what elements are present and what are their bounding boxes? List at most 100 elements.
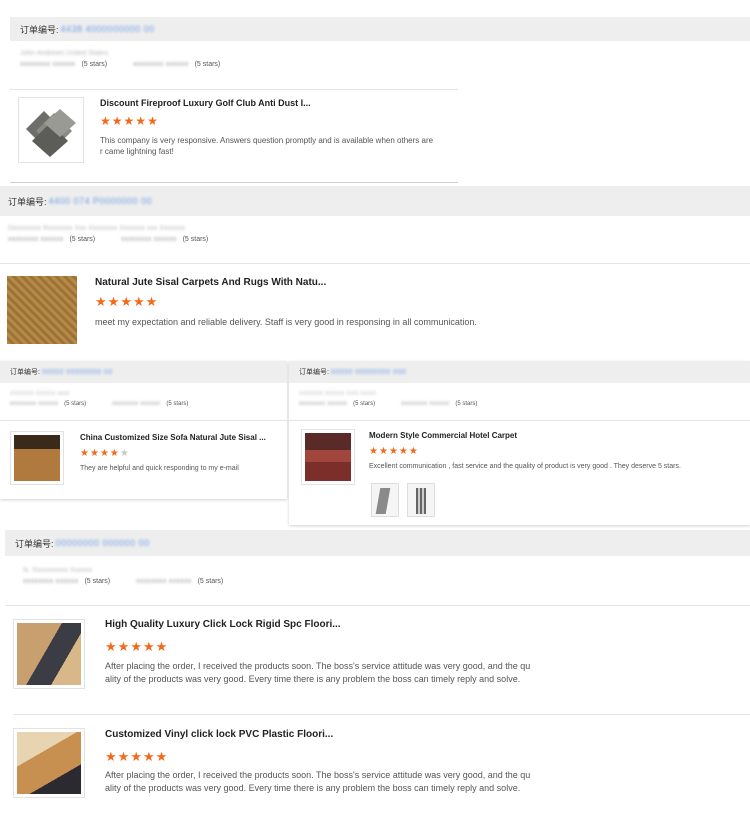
product-title[interactable]: Natural Jute Sisal Carpets And Rugs With…: [95, 277, 326, 288]
pvc-flooring-image: [17, 732, 81, 794]
star-icon: ★: [89, 448, 99, 459]
product-thumbnail[interactable]: [13, 728, 85, 798]
star-icon: ★: [80, 448, 89, 459]
product-rating: xxxxxxxx xxxxxx (5 stars): [112, 401, 189, 407]
star-icon: ★: [105, 749, 117, 764]
seller-rating: xxxxxxxx xxxxxx (5 stars): [23, 578, 111, 585]
star-icon: ★: [120, 294, 132, 309]
country: N. Xxxxxxxxxx Xxxxxx: [23, 567, 93, 574]
product-rating: xxxxxxxx xxxxxx (5 stars): [133, 61, 221, 68]
golf-mat-image: [22, 101, 80, 159]
star-icon: ★: [105, 639, 117, 654]
order-label: 订单编号:: [299, 369, 329, 376]
star-icon: ★: [145, 294, 158, 309]
review-text: This company is very responsive. Answers…: [100, 136, 434, 157]
review-stars: ★ ★ ★ ★ ★: [80, 449, 130, 459]
product-rating: xxxxxxxx xxxxxx (5 stars): [136, 578, 224, 585]
star-icon: ★: [132, 294, 145, 309]
country: Dxxxxxxxx Rxxxxxxx Xxx Xxxxxxxx Xxxxxxx …: [8, 225, 185, 232]
star-icon: ★: [111, 114, 123, 128]
order-id[interactable]: 00000 00000000 000: [331, 369, 406, 376]
star-icon: ★: [100, 114, 111, 128]
star-icon: ★: [408, 446, 418, 457]
reviewer-meta: XXXXXX XXXXX XXX XXXX xxxxxxxx xxxxxx (5…: [289, 389, 729, 407]
product-thumbnail[interactable]: [10, 431, 64, 485]
review-text: Excellent communication , fast service a…: [369, 463, 681, 470]
review-stars: ★ ★ ★ ★ ★: [105, 640, 168, 653]
product-title[interactable]: China Customized Size Sofa Natural Jute …: [80, 433, 266, 442]
review-text: meet my expectation and reliable deliver…: [95, 317, 477, 327]
order-label: 订单编号:: [10, 369, 40, 376]
product-thumbnail[interactable]: [7, 276, 77, 344]
product-title[interactable]: Customized Vinyl click lock PVC Plastic …: [105, 729, 333, 740]
order-label: 订单编号:: [15, 538, 54, 549]
review-stars: ★ ★ ★ ★ ★: [95, 295, 158, 308]
product-title[interactable]: High Quality Luxury Click Lock Rigid Spc…: [105, 619, 341, 630]
product-rating: xxxxxxxx xxxxxx (5 stars): [121, 236, 209, 243]
star-icon: ★: [388, 446, 398, 457]
order-id[interactable]: 4438 4000000000 00: [61, 24, 155, 34]
review-text: They are helpful and quick responding to…: [80, 465, 239, 472]
order-header: 订单编号: 00000 00000000 000: [289, 361, 750, 383]
product-title[interactable]: Discount Fireproof Luxury Golf Club Anti…: [100, 98, 311, 108]
hotel-carpet-image: [305, 433, 351, 481]
order-id[interactable]: 00000 00000000 00: [42, 369, 113, 376]
seller-rating: xxxxxxxx xxxxxx (5 stars): [10, 401, 87, 407]
star-icon: ★: [123, 114, 135, 128]
order-header: 订单编号: 4438 4000000000 00: [10, 17, 750, 41]
country: John Andrews United States: [20, 50, 108, 57]
star-icon: ★: [119, 448, 129, 459]
seller-rating: xxxxxxxx xxxxxx (5 stars): [20, 61, 108, 68]
review-photo[interactable]: [371, 483, 399, 517]
review-stars: ★ ★ ★ ★ ★: [105, 750, 168, 763]
order-header: 订单编号: 4400 074 P0000000 00: [0, 186, 750, 216]
star-icon: ★: [142, 749, 155, 764]
star-icon: ★: [142, 639, 155, 654]
seller-rating: xxxxxxxx xxxxxx (5 stars): [299, 401, 376, 407]
spc-flooring-image: [17, 623, 81, 685]
order-label: 订单编号:: [8, 196, 47, 207]
star-icon: ★: [109, 448, 119, 459]
star-icon: ★: [99, 448, 109, 459]
review-text: After placing the order, I received the …: [105, 661, 531, 684]
product-thumbnail[interactable]: [13, 619, 85, 689]
order-label: 订单编号:: [20, 24, 59, 35]
country: XXXXXX XXXXX XXX XXXX: [299, 391, 377, 397]
star-icon: ★: [155, 749, 168, 764]
order-id[interactable]: 00000000 000000 00: [56, 538, 150, 548]
seller-rating: xxxxxxxx xxxxxx (5 stars): [8, 236, 96, 243]
star-icon: ★: [378, 446, 388, 457]
country: XXXXXX XXXXX xxxx: [10, 391, 70, 397]
product-rating: xxxxxxxx xxxxxx (5 stars): [401, 401, 478, 407]
product-thumbnail[interactable]: [18, 97, 84, 163]
reviewer-meta: Dxxxxxxxx Rxxxxxxx Xxx Xxxxxxxx Xxxxxxx …: [0, 224, 498, 243]
review-card: 订单编号: 4400 074 P0000000 00 Dxxxxxxxx Rxx…: [0, 186, 750, 356]
product-thumbnail[interactable]: [301, 429, 355, 485]
review-card: 订单编号: 00000000 000000 00 N. Xxxxxxxxxx X…: [5, 530, 750, 832]
order-header: 订单编号: 00000000 000000 00: [5, 530, 750, 556]
reviewer-meta: John Andrews United States xxxxxxxx xxxx…: [10, 49, 450, 68]
sisal-sofa-carpet-image: [14, 435, 60, 481]
review-stars: ★ ★ ★ ★ ★: [369, 447, 419, 457]
star-icon: ★: [155, 639, 168, 654]
star-icon: ★: [369, 446, 378, 457]
product-title[interactable]: Modern Style Commercial Hotel Carpet: [369, 431, 517, 440]
review-card: 订单编号: 00000 00000000 00 XXXXXX XXXXX xxx…: [0, 361, 287, 499]
star-icon: ★: [130, 749, 142, 764]
star-icon: ★: [107, 294, 120, 309]
review-card: 订单编号: 00000 00000000 000 XXXXXX XXXXX XX…: [289, 361, 750, 525]
reviewer-meta: XXXXXX XXXXX xxxx xxxxxxxx xxxxxx (5 sta…: [0, 389, 280, 407]
order-id[interactable]: 4400 074 P0000000 00: [49, 196, 153, 206]
star-icon: ★: [398, 446, 408, 457]
review-text: After placing the order, I received the …: [105, 770, 531, 793]
star-icon: ★: [117, 639, 130, 654]
review-card: 订单编号: 4438 4000000000 00 John Andrews Un…: [0, 0, 750, 183]
star-icon: ★: [130, 639, 142, 654]
star-icon: ★: [135, 114, 147, 128]
star-icon: ★: [147, 114, 158, 128]
order-header: 订单编号: 00000 00000000 00: [0, 361, 287, 383]
star-icon: ★: [95, 294, 107, 309]
star-icon: ★: [117, 749, 130, 764]
jute-carpet-image: [7, 276, 77, 344]
review-photo[interactable]: [407, 483, 435, 517]
